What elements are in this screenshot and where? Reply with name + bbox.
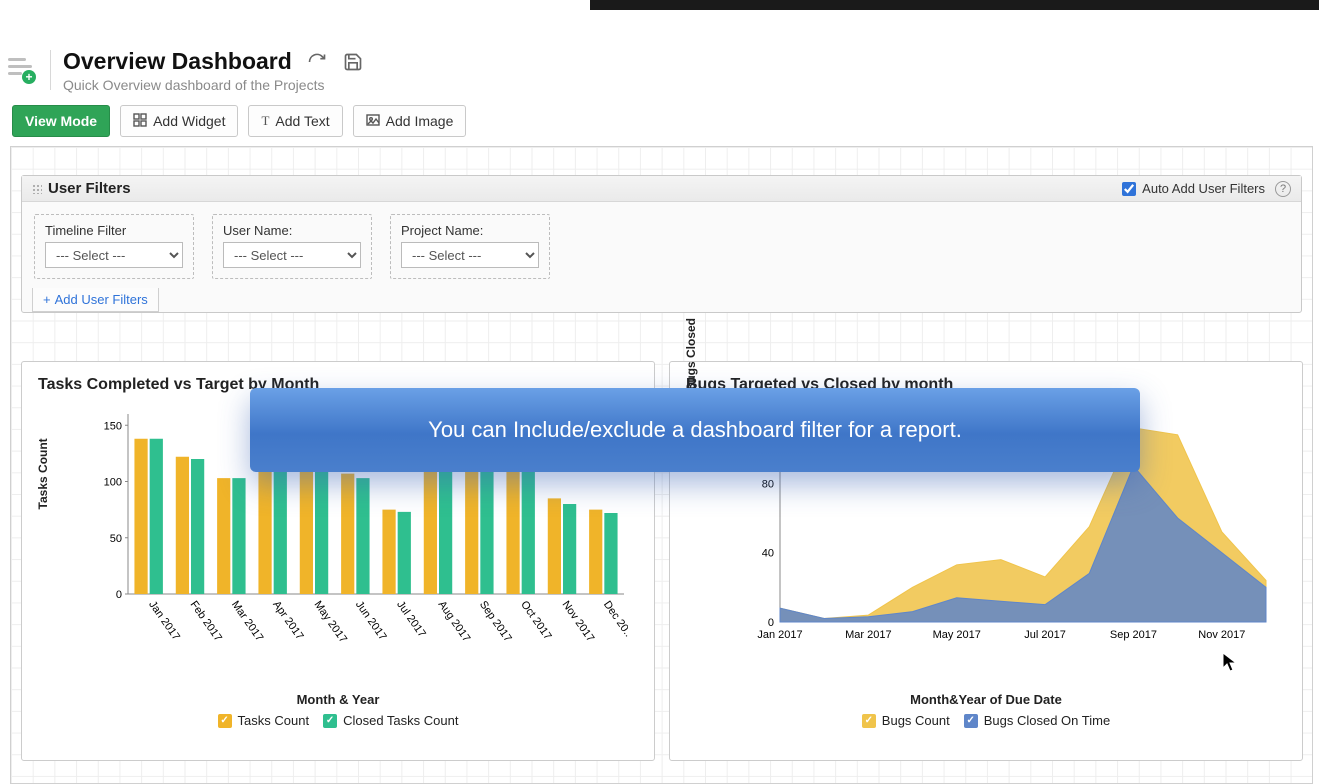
filter-select[interactable]: --- Select ---: [45, 242, 183, 268]
x-axis-label: Month&Year of Due Date: [686, 692, 1286, 707]
menu-add-icon[interactable]: +: [22, 70, 36, 84]
filter-select[interactable]: --- Select ---: [223, 242, 361, 268]
add-text-button[interactable]: T Add Text: [248, 105, 342, 137]
svg-text:May 2017: May 2017: [312, 599, 350, 645]
svg-text:Mar 2017: Mar 2017: [845, 629, 891, 641]
add-image-button[interactable]: Add Image: [353, 105, 467, 137]
svg-text:80: 80: [762, 478, 774, 490]
filter-slot: User Name: --- Select ---: [212, 214, 372, 279]
y-axis-label: Tasks Count: [36, 438, 50, 509]
auto-add-user-filters[interactable]: Auto Add User Filters ?: [1122, 181, 1291, 197]
help-icon[interactable]: ?: [1275, 181, 1291, 197]
svg-text:May 2017: May 2017: [933, 629, 981, 641]
image-icon: [366, 113, 380, 130]
filter-select[interactable]: --- Select ---: [401, 242, 539, 268]
svg-text:Oct 2017: Oct 2017: [518, 599, 553, 642]
filter-label: Timeline Filter: [45, 223, 183, 238]
add-widget-button[interactable]: Add Widget: [120, 105, 238, 137]
svg-text:100: 100: [104, 477, 122, 489]
svg-text:Sep 2017: Sep 2017: [477, 599, 514, 644]
svg-text:50: 50: [110, 533, 122, 545]
legend-item[interactable]: ✓Tasks Count: [218, 713, 310, 728]
text-icon: T: [261, 113, 269, 129]
page-header: + Overview Dashboard Quick Overview dash…: [0, 0, 1319, 93]
plus-icon: +: [43, 292, 51, 307]
page-title: Overview Dashboard: [63, 48, 292, 75]
user-filters-panel: User Filters Auto Add User Filters ? Tim…: [21, 175, 1302, 313]
legend-item[interactable]: ✓Bugs Closed On Time: [964, 713, 1110, 728]
auto-add-checkbox[interactable]: [1122, 182, 1136, 196]
toolbar: View Mode Add Widget T Add Text Add Imag…: [0, 93, 1319, 147]
user-filters-title: User Filters: [48, 180, 1122, 197]
legend-item[interactable]: ✓Bugs Count: [862, 713, 950, 728]
filter-slot: Timeline Filter --- Select ---: [34, 214, 194, 279]
cursor-icon: [1222, 652, 1238, 674]
svg-text:Feb 2017: Feb 2017: [188, 599, 224, 644]
svg-text:Jun 2017: Jun 2017: [353, 599, 389, 643]
svg-text:Jul 2017: Jul 2017: [394, 599, 428, 640]
svg-text:Nov 2017: Nov 2017: [560, 599, 597, 644]
menu-icon[interactable]: +: [8, 52, 36, 80]
legend-item[interactable]: ✓Closed Tasks Count: [323, 713, 458, 728]
divider: [50, 50, 51, 90]
svg-text:Dec 20..: Dec 20..: [601, 599, 628, 639]
svg-text:Nov 2017: Nov 2017: [1198, 629, 1245, 641]
top-dark-strip: [590, 0, 1319, 10]
filter-label: Project Name:: [401, 223, 539, 238]
svg-text:Apr 2017: Apr 2017: [270, 599, 305, 642]
tour-banner: You can Include/exclude a dashboard filt…: [250, 388, 1140, 472]
svg-text:150: 150: [104, 420, 122, 432]
svg-text:Jan 2017: Jan 2017: [146, 599, 182, 643]
svg-text:Mar 2017: Mar 2017: [229, 599, 265, 644]
svg-text:Jan 2017: Jan 2017: [757, 629, 802, 641]
svg-text:40: 40: [762, 548, 774, 560]
svg-text:Jul 2017: Jul 2017: [1024, 629, 1066, 641]
svg-text:Aug 2017: Aug 2017: [436, 599, 473, 644]
filter-label: User Name:: [223, 223, 361, 238]
x-axis-label: Month & Year: [38, 692, 638, 707]
save-icon[interactable]: [342, 51, 364, 73]
widget-grid-icon: [133, 113, 147, 130]
svg-text:0: 0: [768, 617, 774, 629]
drag-handle-icon[interactable]: [32, 184, 42, 194]
view-mode-button[interactable]: View Mode: [12, 105, 110, 137]
refresh-icon[interactable]: [306, 51, 328, 73]
chart-legend: ✓Tasks Count ✓Closed Tasks Count: [38, 713, 638, 728]
svg-text:0: 0: [116, 589, 122, 601]
svg-text:Sep 2017: Sep 2017: [1110, 629, 1157, 641]
chart-legend: ✓Bugs Count ✓Bugs Closed On Time: [686, 713, 1286, 728]
filter-slot: Project Name: --- Select ---: [390, 214, 550, 279]
page-subtitle: Quick Overview dashboard of the Projects: [63, 77, 1309, 93]
add-user-filters-button[interactable]: + Add User Filters: [32, 288, 159, 312]
